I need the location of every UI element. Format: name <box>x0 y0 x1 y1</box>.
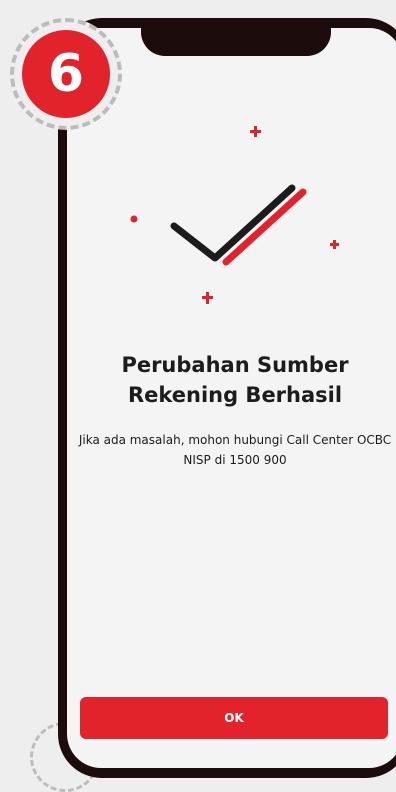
ok-button[interactable]: OK <box>80 697 388 739</box>
dark-check-icon <box>170 184 296 262</box>
success-message: Jika ada masalah, mohon hubungi Call Cen… <box>78 433 392 467</box>
sparkle-plus-icon <box>202 292 213 304</box>
sparkle-dot-icon <box>130 215 138 223</box>
success-title: Perubahan Sumber Rekening Berhasil <box>121 353 349 407</box>
sparkle-plus-icon <box>250 126 261 137</box>
phone-notch <box>141 18 331 56</box>
sparkle-plus-icon <box>330 240 339 249</box>
red-check-icon <box>222 188 307 266</box>
step-badge: 6 <box>10 18 122 130</box>
step-number: 6 <box>22 30 110 118</box>
success-checkmark-icon <box>130 126 339 304</box>
